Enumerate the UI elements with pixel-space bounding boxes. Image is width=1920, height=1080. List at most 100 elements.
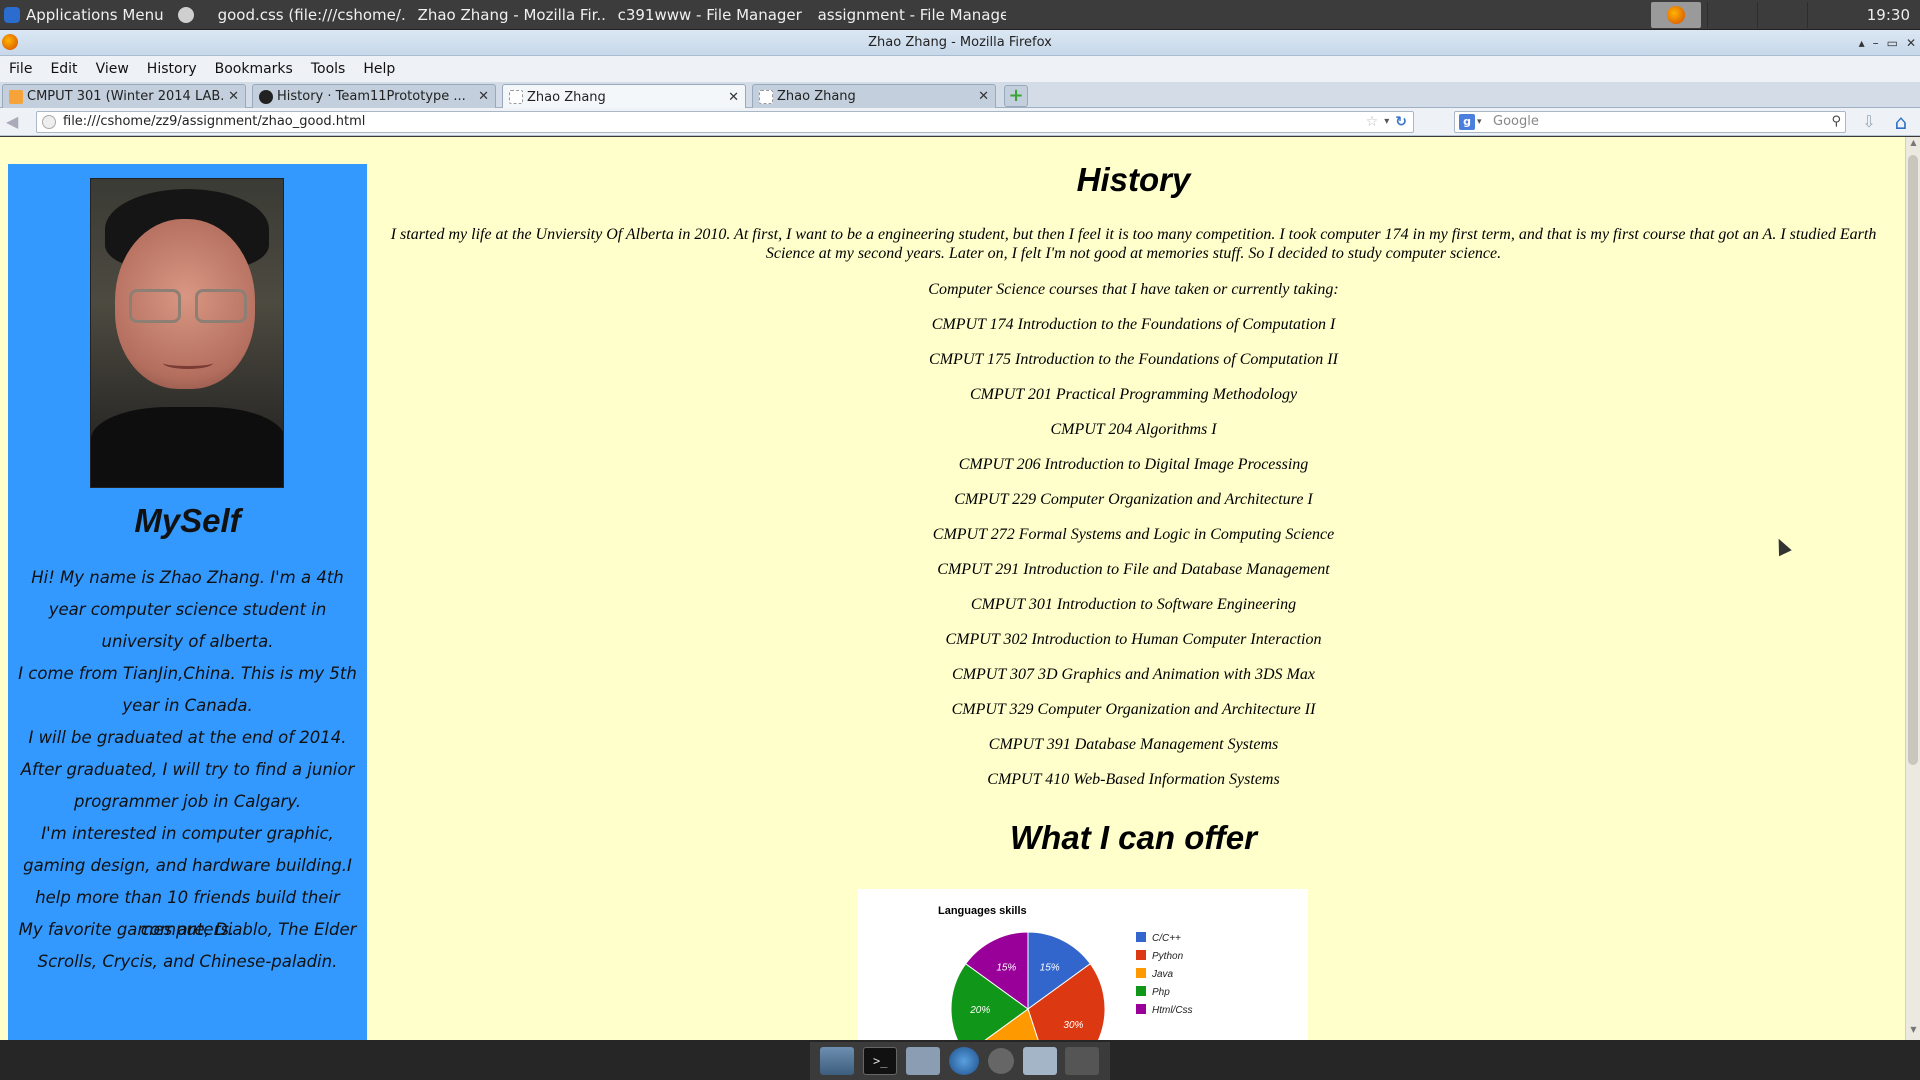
back-button[interactable]: ◀ (6, 113, 30, 131)
reload-icon[interactable]: ↻ (1395, 112, 1407, 132)
applications-menu-button[interactable]: Applications Menu (0, 0, 172, 30)
course-item: CMPUT 204 Algorithms I (1050, 421, 1217, 438)
minimize-button[interactable]: – (1873, 30, 1879, 56)
tab-cmput301[interactable]: CMPUT 301 (Winter 2014 LAB... ✕ (2, 84, 246, 108)
pie-data-label: 30% (1063, 1020, 1083, 1031)
tab-zhao-zhang-active[interactable]: Zhao Zhang ✕ (502, 84, 746, 109)
home-button[interactable]: ⌂ (1888, 111, 1914, 133)
taskbar-item-c391www[interactable]: c391www - File Manager (606, 0, 806, 30)
search-bar[interactable]: g ▾ Google ⚲ (1454, 111, 1846, 133)
scroll-up-arrow[interactable]: ▲ (1908, 138, 1919, 152)
tray-firefox-button[interactable] (1650, 2, 1701, 28)
legend-label: Html/Css (1152, 1005, 1193, 1016)
legend-swatch (1136, 986, 1146, 996)
bio-paragraph: I will be graduated at the end of 2014. … (20, 728, 355, 811)
close-tab-icon[interactable]: ✕ (728, 90, 739, 105)
window-controls: ▴ – ▭ ✕ (1859, 30, 1916, 56)
close-tab-icon[interactable]: ✕ (978, 89, 989, 104)
clock[interactable]: 19:30 (1857, 6, 1920, 24)
history-dropdown-icon[interactable]: ▾ (1384, 112, 1389, 132)
vertical-scrollbar[interactable]: ▲ ▼ (1905, 137, 1920, 1040)
pie-chart-svg: 15% 30% 20% 15% C/C++ Python Java Php Html/Css (950, 931, 1193, 1040)
legend-swatch (1136, 1004, 1146, 1014)
tab-github-history[interactable]: History · Team11Prototype ... ✕ (252, 84, 496, 108)
search-placeholder: Google (1493, 114, 1539, 129)
maximize-button[interactable]: ▭ (1887, 30, 1898, 56)
course-item: CMPUT 229 Computer Organization and Arch… (954, 491, 1313, 508)
pie-data-label: 20% (969, 1005, 990, 1016)
pie-data-label: 15% (1040, 962, 1060, 973)
tab-label: Zhao Zhang (777, 89, 856, 104)
github-favicon-icon (259, 89, 273, 104)
menu-help[interactable]: Help (354, 61, 404, 77)
course-item: CMPUT 175 Introduction to the Foundation… (929, 351, 1338, 368)
dock-launchers: >_ (810, 1042, 1110, 1080)
window-title: Zhao Zhang - Mozilla Firefox (868, 35, 1052, 50)
legend-swatch (1136, 968, 1146, 978)
folder-icon[interactable] (1022, 1047, 1057, 1075)
close-window-button[interactable]: ✕ (1906, 30, 1916, 56)
taskbar-item-good-css[interactable]: good.css (file:///cshome/... (206, 0, 406, 30)
search-app-icon[interactable] (987, 1048, 1014, 1074)
system-tray: 19:30 (1650, 0, 1920, 30)
tab-label: CMPUT 301 (Winter 2014 LAB... (27, 89, 225, 104)
sidebar-title: MySelf (134, 502, 241, 539)
file-manager-icon[interactable] (906, 1047, 941, 1075)
tab-label: History · Team11Prototype ... (277, 89, 466, 104)
downloads-button[interactable]: ⇩ (1858, 112, 1880, 132)
close-tab-icon[interactable]: ✕ (478, 89, 489, 104)
taskbar-item-label: good.css (file:///cshome/... (217, 5, 406, 24)
menu-view[interactable]: View (87, 61, 138, 77)
course-item: CMPUT 329 Computer Organization and Arch… (951, 701, 1316, 718)
search-icon[interactable]: ⚲ (1831, 112, 1841, 132)
bottom-dock: >_ (0, 1040, 1920, 1080)
site-identity-icon[interactable] (42, 115, 56, 129)
course-item: CMPUT 410 Web-Based Information Systems (987, 771, 1280, 788)
tab-zhao-zhang[interactable]: Zhao Zhang ✕ (752, 84, 996, 108)
bookmark-star-icon[interactable]: ☆ (1366, 112, 1379, 132)
window-up-icon[interactable]: ▴ (1859, 30, 1865, 56)
taskbar-item-assignment[interactable]: assignment - File Manager (806, 0, 1006, 30)
menu-tools[interactable]: Tools (302, 61, 355, 77)
taskbar-item-label: c391www - File Manager (617, 5, 802, 24)
engine-dropdown-icon[interactable]: ▾ (1477, 112, 1482, 132)
menu-edit[interactable]: Edit (41, 61, 86, 77)
course-item: CMPUT 307 3D Graphics and Animation with… (952, 666, 1315, 683)
url-bar-actions: ☆ ▾ ↻ (1366, 112, 1407, 132)
show-desktop-icon[interactable] (820, 1047, 855, 1075)
course-item: CMPUT 201 Practical Programming Methodol… (969, 386, 1298, 403)
lock-screen-icon[interactable] (1065, 1047, 1100, 1075)
menu-history[interactable]: History (138, 61, 206, 77)
course-item: CMPUT 174 Introduction to the Foundation… (931, 316, 1336, 333)
close-tab-icon[interactable]: ✕ (228, 89, 239, 104)
terminal-icon[interactable]: >_ (863, 1047, 898, 1075)
new-tab-button[interactable]: + (1004, 85, 1028, 107)
taskbar-item-firefox[interactable]: Zhao Zhang - Mozilla Fir... (406, 0, 606, 30)
url-bar[interactable]: file:///cshome/zz9/assignment/zhao_good.… (36, 111, 1414, 133)
navigation-bar: ◀ file:///cshome/zz9/assignment/zhao_goo… (0, 108, 1920, 136)
page-favicon-icon (759, 89, 773, 104)
taskbar-item-label: Zhao Zhang - Mozilla Fir... (417, 5, 606, 24)
legend-swatch (1136, 932, 1146, 942)
user-avatar-icon (177, 6, 194, 23)
tray-slot (1706, 2, 1757, 28)
window-titlebar: Zhao Zhang - Mozilla Firefox ▴ – ▭ ✕ (0, 30, 1920, 56)
bio-paragraph: My favorite games are, Diablo, The Elder… (18, 920, 357, 971)
profile-sidebar: MySelf Hi! My name is Zhao Zhang. I'm a … (8, 164, 367, 1040)
taskbar-item-label: assignment - File Manager (817, 5, 1006, 24)
tab-label: Zhao Zhang (527, 89, 606, 105)
menubar: File Edit View History Bookmarks Tools H… (0, 56, 1920, 82)
menu-file[interactable]: File (0, 61, 41, 77)
scroll-down-arrow[interactable]: ▼ (1908, 1025, 1919, 1039)
google-engine-icon[interactable]: g (1459, 114, 1475, 130)
user-icon[interactable] (172, 0, 206, 30)
scroll-thumb[interactable] (1908, 155, 1918, 765)
bio-paragraph: I come from TianJin,China. This is my 5t… (18, 664, 357, 715)
firefox-logo-icon (2, 34, 18, 50)
history-heading: History (1076, 161, 1191, 198)
menu-bookmarks[interactable]: Bookmarks (206, 61, 302, 77)
bio-paragraph: Hi! My name is Zhao Zhang. I'm a 4th yea… (31, 568, 344, 651)
applications-menu-icon (4, 6, 20, 23)
legend-label: Java (1151, 969, 1174, 980)
web-browser-icon[interactable] (948, 1047, 979, 1075)
